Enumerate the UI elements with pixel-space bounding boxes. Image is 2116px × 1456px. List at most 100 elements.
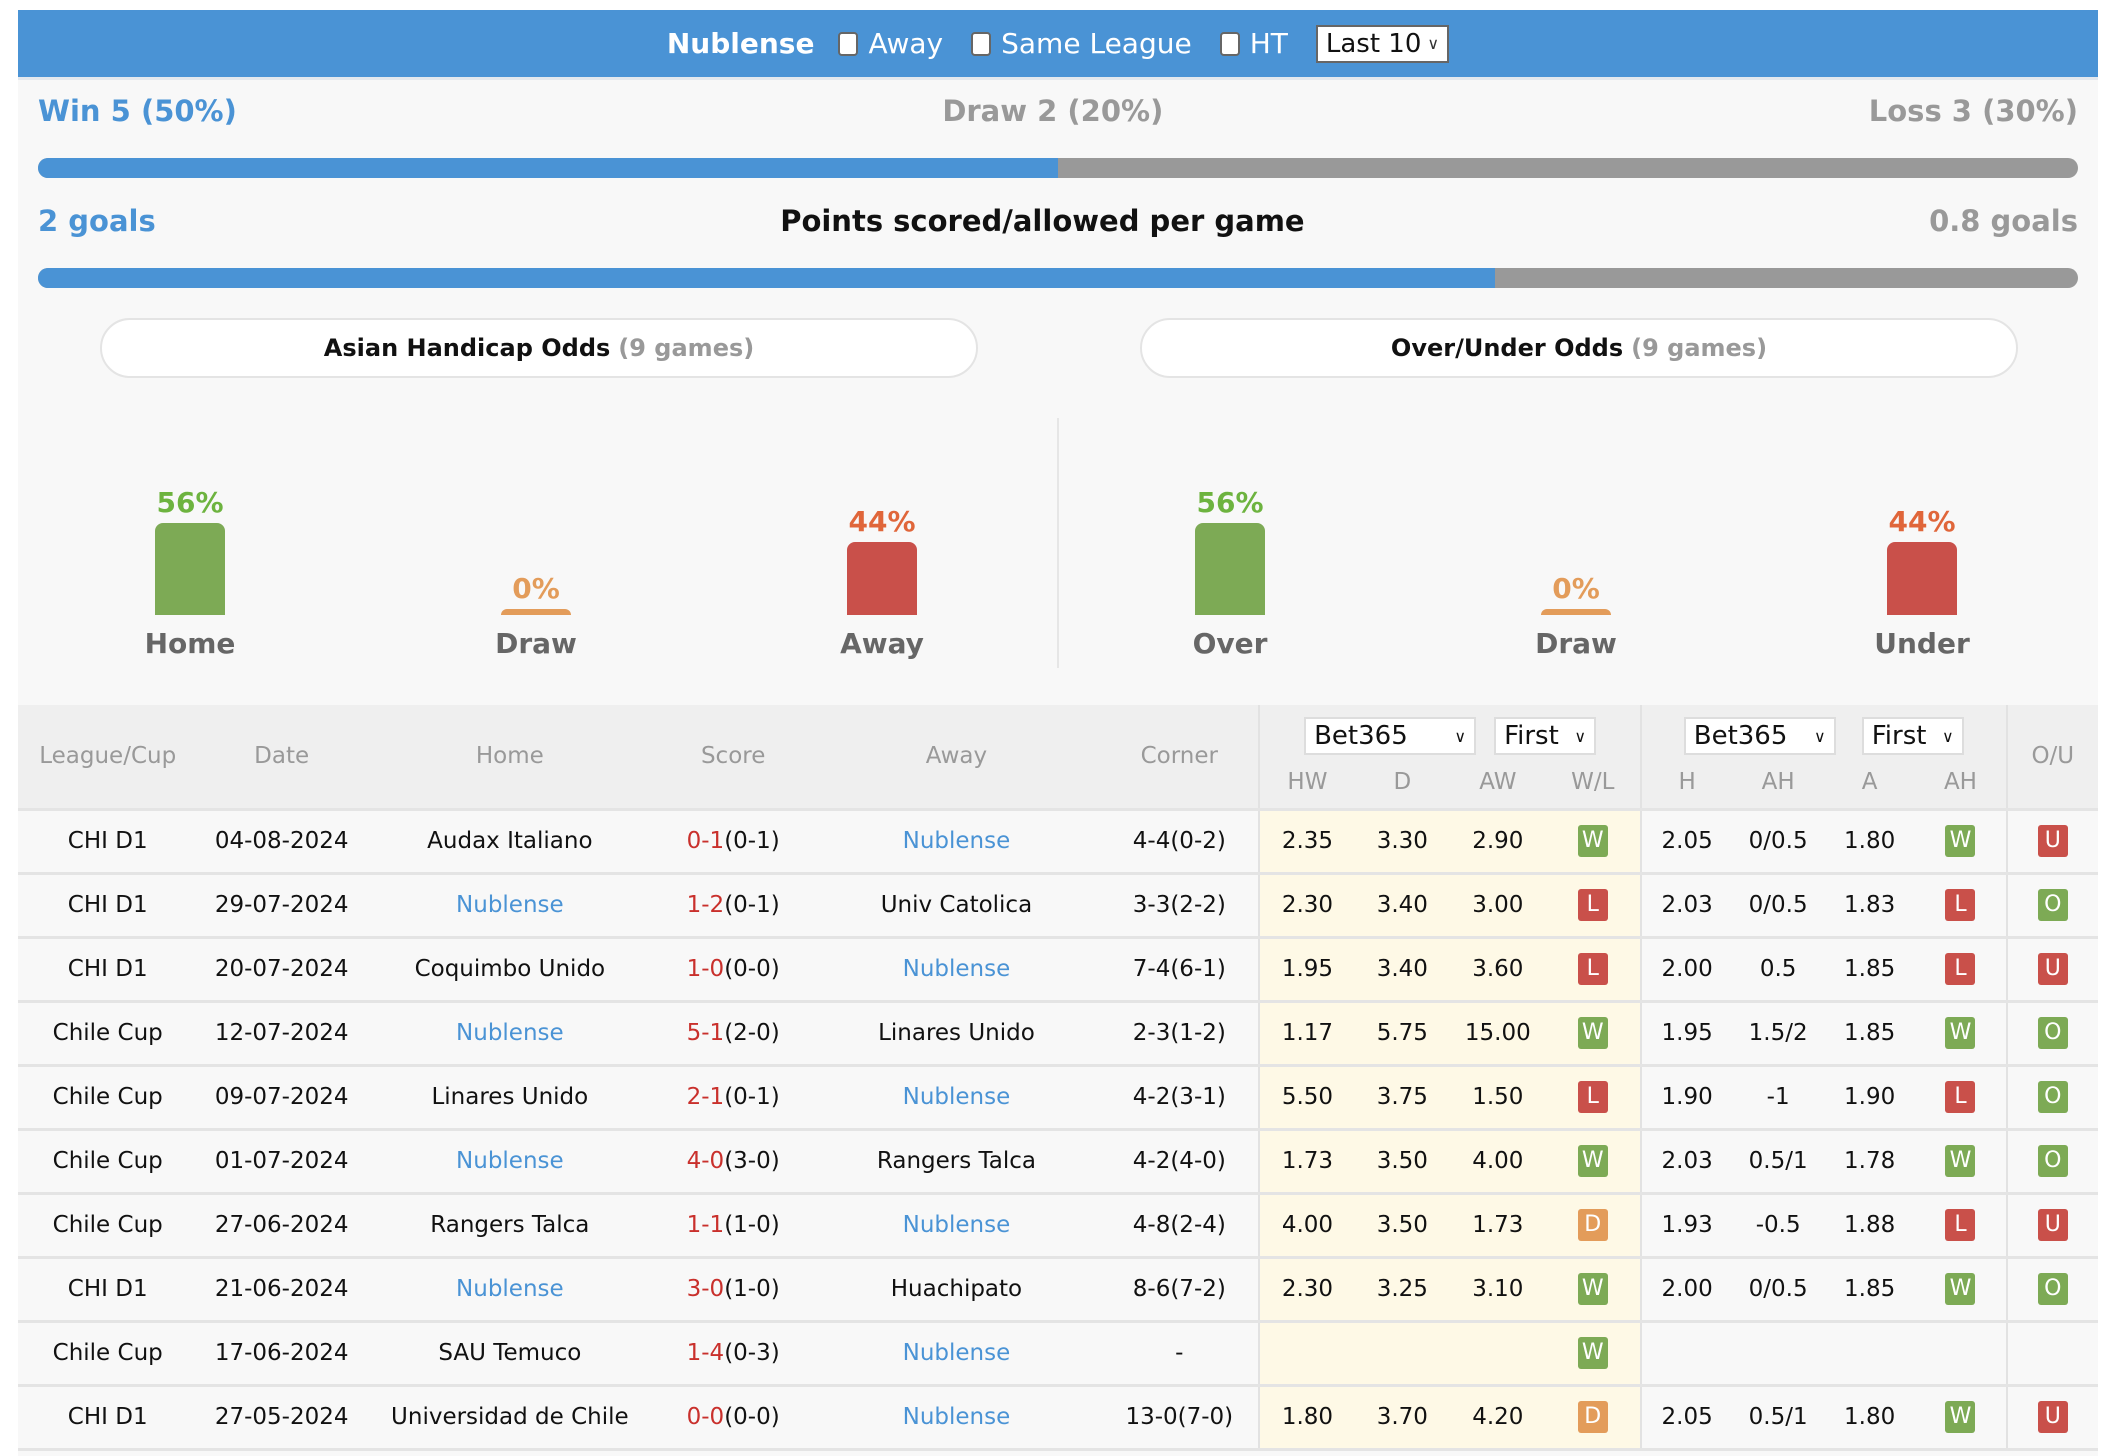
away-team-link[interactable]: Nublense (812, 1319, 1101, 1385)
over-under-odds-tab[interactable]: Over/Under Odds (9 games) (1140, 318, 2018, 378)
odds2-type-select[interactable]: First ∨ (1861, 717, 1964, 755)
bar-under: 44% Under (1862, 505, 1982, 660)
bar-mark (1195, 522, 1265, 615)
checkbox-icon[interactable] (1219, 31, 1240, 56)
full-time-score: 1-1 (686, 1212, 725, 1238)
away-team-link[interactable]: Univ Catolica (812, 871, 1101, 937)
range-select[interactable]: Last 10 ∨ (1315, 24, 1450, 63)
score-cell[interactable]: 0-0(0-0) (653, 1383, 813, 1451)
home-team-link[interactable]: Nublense (365, 1255, 654, 1321)
date-cell: 09-07-2024 (197, 1063, 366, 1129)
bar-category-label: Draw (1535, 627, 1617, 660)
team-stats-panel: Nublense Away Same League HT Last 10 ∨ Wi… (18, 10, 2098, 1456)
wl-result-cell: W (1545, 1319, 1641, 1385)
home-team-link[interactable]: Universidad de Chile (365, 1383, 654, 1451)
checkbox-icon[interactable] (838, 31, 859, 56)
corner-cell: 4-8(2-4) (1100, 1191, 1260, 1257)
home-team-link[interactable]: Nublense (365, 1127, 654, 1193)
home-team-link[interactable]: Rangers Talca (365, 1191, 654, 1257)
score-cell[interactable]: 4-0(3-0) (653, 1127, 813, 1193)
corner-cell: 4-4(0-2) (1100, 807, 1260, 873)
corner-cell: 7-4(6-1) (1100, 935, 1260, 1001)
away-win-odds: 15.00 (1450, 999, 1546, 1065)
away-team-link[interactable]: Rangers Talca (812, 1127, 1101, 1193)
draw-odds: 3.50 (1354, 1191, 1451, 1257)
home-win-odds: 2.35 (1258, 807, 1355, 873)
ah-home-odds: 2.05 (1639, 807, 1733, 873)
away-win-odds: 4.00 (1450, 1127, 1546, 1193)
away-team-link[interactable]: Huachipato (812, 1255, 1101, 1321)
select-value: First (1871, 721, 1927, 751)
date-cell: 29-07-2024 (197, 871, 366, 937)
wl-result-cell: L (1545, 935, 1641, 1001)
charts-divider (1057, 418, 1059, 668)
draw-odds: 3.30 (1354, 807, 1451, 873)
col-score: Score (653, 705, 813, 809)
away-win-odds: 1.73 (1450, 1191, 1546, 1257)
bar-category-label: Draw (495, 627, 577, 660)
result-summary: Win 5 (50%) Draw 2 (20%) Loss 3 (30%) (38, 80, 2078, 142)
ah-result-cell: L (1915, 935, 2007, 1001)
bar-mark (155, 522, 225, 615)
odds2-company-select[interactable]: Bet365 ∨ (1683, 717, 1836, 755)
checkbox-icon[interactable] (971, 31, 992, 56)
same-league-filter-checkbox[interactable]: Same League (971, 27, 1192, 60)
away-team-link[interactable]: Nublense (812, 1191, 1101, 1257)
score-cell[interactable]: 1-0(0-0) (653, 935, 813, 1001)
away-team-link[interactable]: Nublense (812, 935, 1101, 1001)
ah-title: Asian Handicap Odds (323, 334, 611, 362)
asian-handicap-odds-tab[interactable]: Asian Handicap Odds (9 games) (100, 318, 978, 378)
draw-odds: 3.40 (1354, 871, 1451, 937)
ou-result-cell: U (2005, 935, 2098, 1001)
odds1-company-select[interactable]: Bet365 ∨ (1304, 717, 1477, 755)
home-team-link[interactable]: Coquimbo Unido (365, 935, 654, 1001)
home-team-link[interactable]: Linares Unido (365, 1063, 654, 1129)
score-cell[interactable]: 1-1(1-0) (653, 1191, 813, 1257)
score-cell[interactable]: 1-4(0-3) (653, 1319, 813, 1385)
table-row: Chile Cup 27-06-2024 Rangers Talca 1-1(1-0)… (18, 1191, 2098, 1257)
away-team-link[interactable]: Nublense (812, 807, 1101, 873)
home-team-link[interactable]: Audax Italiano (365, 807, 654, 873)
table-row: Chile Cup 01-07-2024 Nublense 4-0(3-0) Range… (18, 1127, 2098, 1193)
away-filter-checkbox[interactable]: Away (838, 27, 943, 60)
away-win-odds: 1.50 (1450, 1063, 1546, 1129)
home-team-link[interactable]: Nublense (365, 871, 654, 937)
wl-result-cell: L (1545, 871, 1641, 937)
score-cell[interactable]: 3-0(1-0) (653, 1255, 813, 1321)
draw-odds: 3.75 (1354, 1063, 1451, 1129)
bar-value-label: 0% (1552, 572, 1600, 605)
col-h: H (1639, 757, 1733, 809)
home-win-odds (1258, 1319, 1355, 1385)
wl-result-badge: L (1577, 953, 1608, 985)
score-cell[interactable]: 5-1(2-0) (653, 999, 813, 1065)
wl-result-cell: W (1545, 999, 1641, 1065)
col-d: D (1354, 757, 1451, 809)
ah-away-odds: 1.90 (1823, 1063, 1916, 1129)
score-cell[interactable]: 1-2(0-1) (653, 871, 813, 937)
away-team-link[interactable]: Linares Unido (812, 999, 1101, 1065)
col-wl: W/L (1545, 757, 1641, 809)
full-time-score: 2-1 (686, 1084, 725, 1110)
ou-result-cell: O (2005, 999, 2098, 1065)
checkbox-label: Same League (1001, 27, 1192, 60)
wl-result-cell: W (1545, 1127, 1641, 1193)
corner-cell: 4-2(4-0) (1100, 1127, 1260, 1193)
away-team-link[interactable]: Nublense (812, 1063, 1101, 1129)
home-team-link[interactable]: Nublense (365, 999, 654, 1065)
ah-home-odds: 2.03 (1639, 871, 1733, 937)
ou-result-badge: O (2037, 889, 2068, 921)
home-team-link[interactable]: SAU Temuco (365, 1319, 654, 1385)
score-cell[interactable]: 2-1(0-1) (653, 1063, 813, 1129)
ht-filter-checkbox[interactable]: HT (1219, 27, 1288, 60)
ou-game-count: (9 games) (1631, 334, 1768, 362)
ah-line: 0.5 (1732, 935, 1824, 1001)
bar-category-label: Over (1192, 626, 1268, 660)
date-cell: 27-05-2024 (197, 1383, 366, 1451)
odds1-type-select[interactable]: First ∨ (1494, 717, 1597, 755)
away-team-link[interactable]: Nublense (812, 1383, 1101, 1451)
bar-category-label: Home (144, 626, 236, 660)
score-cell[interactable]: 0-1(0-1) (653, 807, 813, 873)
league-cell: Chile Cup (18, 1063, 198, 1129)
wl-result-cell: W (1545, 1255, 1641, 1321)
goals-title: Points scored/allowed per game (780, 204, 1305, 238)
